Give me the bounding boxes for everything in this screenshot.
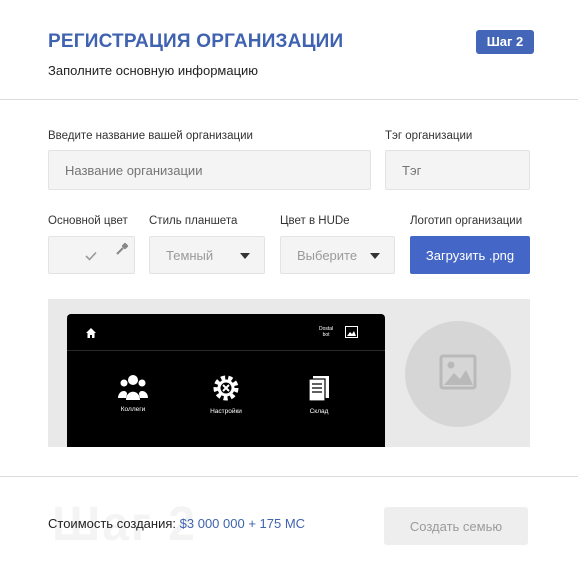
tablet-item-label: Склад	[309, 408, 329, 415]
eyedropper-icon[interactable]	[115, 242, 129, 259]
chevron-down-icon	[240, 253, 250, 259]
header: РЕГИСТРАЦИЯ ОРГАНИЗАЦИИ Заполните основн…	[0, 0, 578, 100]
tablet-style-select[interactable]: Темный	[149, 236, 265, 274]
tablet-item-colleagues: Коллеги	[103, 374, 163, 413]
tablet-divider	[67, 350, 385, 351]
logo-preview	[405, 321, 511, 427]
upload-logo-button[interactable]: Загрузить .png	[410, 236, 530, 274]
tablet-brand: Dostal bot	[319, 326, 333, 338]
tablet-item-warehouse: Склад	[289, 374, 349, 415]
home-icon	[85, 326, 97, 338]
tablet-item-label: Коллеги	[120, 406, 146, 413]
page-subtitle: Заполните основную информацию	[48, 63, 259, 78]
org-name-input[interactable]	[48, 150, 371, 190]
tablet-style-label: Стиль планшета	[149, 215, 238, 227]
hud-color-value: Выберите	[297, 247, 358, 263]
org-name-label: Введите название вашей организации	[48, 130, 253, 142]
cost-value: $3 000 000 + 175 MC	[179, 516, 306, 531]
tablet-mockup: Dostal bot Коллеги Настройки Склад	[67, 314, 385, 447]
logo-label: Логотип организации	[410, 215, 523, 227]
gear-icon	[213, 375, 239, 401]
footer: Шаг 2 Стоимость создания: $3 000 000 + 1…	[0, 476, 578, 581]
main-color-picker[interactable]	[48, 236, 135, 274]
image-placeholder-icon	[439, 354, 477, 395]
tablet-item-settings: Настройки	[196, 374, 256, 415]
creation-cost: Стоимость создания: $3 000 000 + 175 MC	[48, 516, 305, 531]
people-icon	[118, 375, 148, 400]
create-family-button[interactable]: Создать семью	[384, 507, 528, 545]
documents-icon	[308, 376, 329, 402]
hud-color-label: Цвет в HUDe	[280, 215, 350, 227]
check-icon	[85, 249, 97, 264]
org-tag-input[interactable]	[385, 150, 530, 190]
step-badge: Шаг 2	[476, 30, 534, 54]
tablet-item-label: Настройки	[210, 408, 242, 415]
page-title: РЕГИСТРАЦИЯ ОРГАНИЗАЦИИ	[48, 31, 344, 52]
main-color-label: Основной цвет	[48, 215, 128, 227]
cost-label: Стоимость создания:	[48, 516, 177, 531]
chevron-down-icon	[370, 253, 380, 259]
org-tag-label: Тэг организации	[385, 130, 473, 142]
tablet-preview: Dostal bot Коллеги Настройки Склад	[48, 299, 530, 447]
image-icon	[345, 325, 358, 338]
hud-color-select[interactable]: Выберите	[280, 236, 395, 274]
tablet-brand-line2: bot	[322, 332, 330, 338]
tablet-style-value: Темный	[166, 247, 214, 263]
